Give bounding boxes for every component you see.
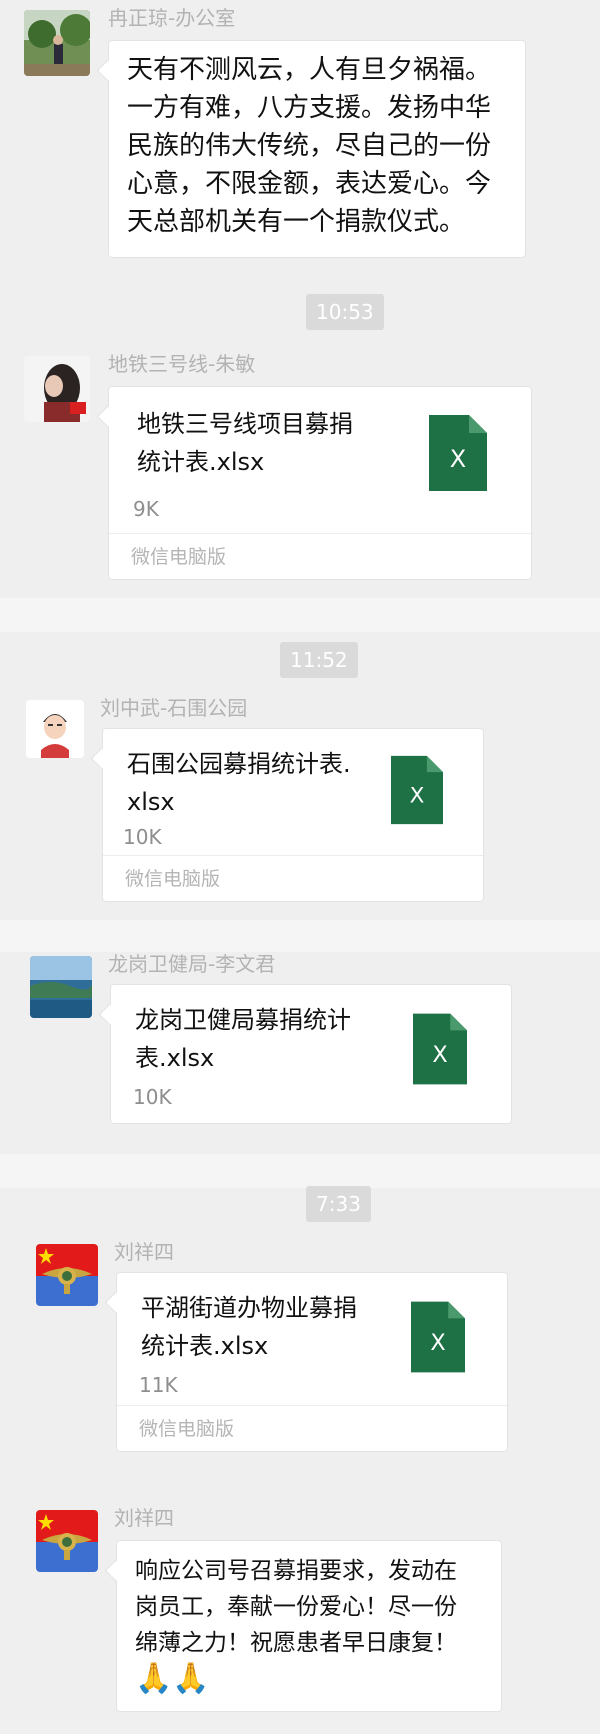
sender-name: 冉正琼-办公室 [108,6,236,30]
file-source: 微信电脑版 [117,1405,507,1451]
avatar[interactable] [30,956,92,1018]
file-name-line: 表.xlsx [135,1044,215,1072]
photo-avatar-landscape-icon [24,10,90,76]
file-name-line: 地铁三号线项目募捐 [137,410,353,438]
file-name-line: 统计表.xlsx [137,448,265,476]
photo-avatar-girl-icon [24,356,90,422]
excel-file-icon: X [413,1013,467,1085]
army-badge-avatar-icon [36,1244,98,1306]
file-name: 石围公园募捐统计表. xlsx [127,745,351,821]
file-name-line: xlsx [127,788,175,816]
message-line: 心意，不限金额，表达爱心。今 [127,169,492,199]
text-message-bubble[interactable]: 天有不测风云，人有旦夕祸福。 一方有难，八方支援。发扬中华 民族的伟大传统，尽自… [108,40,526,258]
section-divider [0,1154,600,1188]
message-line: 天有不测风云，人有旦夕祸福。 [127,55,492,85]
file-message-bubble[interactable]: 地铁三号线项目募捐 统计表.xlsx 9K X 微信电脑版 [108,386,532,580]
timestamp: 10:53 [306,294,384,330]
excel-file-icon: X [391,755,443,825]
file-name-line: 统计表.xlsx [141,1332,269,1360]
sender-name: 刘祥四 [114,1506,174,1530]
file-name-line: 石围公园募捐统计表. [127,750,351,778]
svg-text:X: X [410,784,425,809]
avatar[interactable] [24,10,90,76]
file-name: 龙岗卫健局募捐统计 表.xlsx [135,1001,351,1077]
sender-name: 刘中武-石围公园 [100,696,248,720]
message-line: 岗员工，奉献一份爱心！尽一份 [135,1594,457,1620]
file-message-bubble[interactable]: 石围公园募捐统计表. xlsx 10K X 微信电脑版 [102,728,484,902]
message-line: 民族的伟大传统，尽自己的一份 [127,131,492,161]
file-message-bubble[interactable]: 平湖街道办物业募捐 统计表.xlsx 11K X 微信电脑版 [116,1272,508,1452]
file-name: 平湖街道办物业募捐 统计表.xlsx [141,1289,357,1365]
folded-hands-emoji-icon: 🙏🙏 [135,1661,210,1696]
message-line: 天总部机关有一个捐款仪式。 [127,207,466,237]
section-divider [0,920,600,952]
file-size: 9K [133,497,159,521]
file-source: 微信电脑版 [109,533,531,579]
excel-file-icon: X [411,1301,465,1373]
avatar[interactable] [24,356,90,422]
photo-avatar-sea-icon [30,956,92,1018]
sender-name: 刘祥四 [114,1240,174,1264]
timestamp: 7:33 [306,1186,371,1222]
sender-name: 地铁三号线-朱敏 [108,352,256,376]
cartoon-avatar-man-icon [26,700,84,758]
text-message-bubble[interactable]: 响应公司号召募捐要求，发动在 岗员工，奉献一份爱心！尽一份 绵薄之力！祝愿患者早… [116,1540,502,1712]
excel-file-icon: X [429,415,487,491]
svg-text:X: X [450,445,466,473]
file-name-line: 龙岗卫健局募捐统计 [135,1006,351,1034]
army-badge-avatar-icon [36,1510,98,1572]
message-line: 绵薄之力！祝愿患者早日康复！ [135,1630,457,1656]
file-name: 地铁三号线项目募捐 统计表.xlsx [137,405,353,481]
file-size: 10K [123,825,162,849]
file-source: 微信电脑版 [103,855,483,901]
file-size: 11K [139,1373,178,1397]
section-divider [0,598,600,632]
file-name-line: 平湖街道办物业募捐 [141,1294,357,1322]
avatar[interactable] [26,700,84,758]
avatar[interactable] [36,1510,98,1572]
file-size: 10K [133,1085,172,1109]
file-message-bubble[interactable]: 龙岗卫健局募捐统计 表.xlsx 10K X [110,984,512,1124]
svg-text:X: X [430,1330,445,1356]
svg-text:X: X [432,1042,447,1068]
message-line: 一方有难，八方支援。发扬中华 [127,93,492,123]
sender-name: 龙岗卫健局-李文君 [108,952,276,976]
avatar[interactable] [36,1244,98,1306]
timestamp: 11:52 [280,642,358,678]
message-line: 响应公司号召募捐要求，发动在 [135,1558,457,1584]
